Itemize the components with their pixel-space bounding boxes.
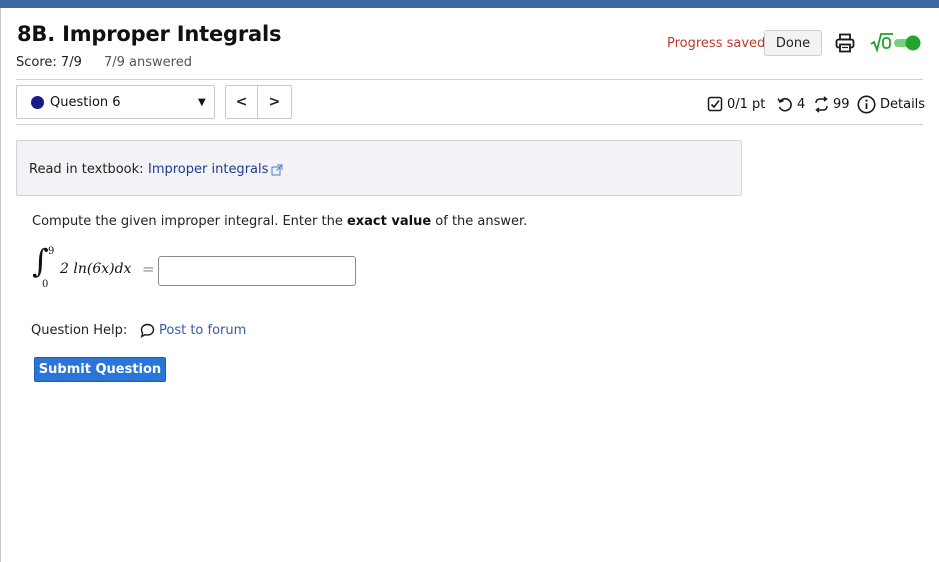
math-toggle-switch[interactable] [893, 35, 922, 51]
chevron-right-icon: > [268, 94, 281, 110]
left-border [0, 8, 1, 562]
progress-saved-status: Progress saved [667, 36, 766, 51]
question-select-label: Question 6 [50, 95, 121, 110]
attempts-count: 4 [797, 96, 806, 112]
next-question-button[interactable]: > [257, 85, 292, 119]
checkbox-icon [707, 96, 723, 112]
points-meta: 0/1 pt [707, 94, 765, 114]
retries-count: 99 [833, 96, 850, 112]
answered-count: 7/9 answered [104, 55, 192, 70]
details-toggle[interactable]: Details [857, 94, 925, 114]
details-label: Details [880, 96, 926, 112]
answer-input[interactable] [158, 256, 356, 286]
equals-sign: = [142, 260, 155, 278]
prompt-text: Compute the given improper integral. Ent… [32, 214, 347, 229]
prompt-bold: exact value [346, 214, 432, 229]
divider [16, 124, 923, 125]
submit-question-button[interactable]: Submit Question [34, 357, 166, 382]
retries-meta: 99 [813, 94, 850, 114]
question-status-dot [31, 96, 44, 109]
question-help-label: Question Help: [31, 323, 128, 338]
points-text: 0/1 pt [727, 96, 766, 112]
previous-question-button[interactable]: < [225, 85, 258, 119]
prompt-text-end: of the answer. [431, 214, 528, 229]
integral-upper-limit: 9 [48, 246, 55, 257]
attempts-meta: 4 [776, 94, 805, 114]
score-text: Score: 7/9 [16, 55, 82, 70]
page-title: 8B. Improper Integrals [17, 22, 282, 46]
retry-icon [813, 95, 830, 113]
integral-lower-limit: 0 [42, 279, 49, 290]
integral-expression: ∫ 9 0 2 ln(6x)dx = [32, 242, 157, 294]
sqrt-icon[interactable] [870, 31, 894, 54]
speech-bubble-icon[interactable] [140, 323, 155, 338]
top-accent-bar [0, 0, 939, 8]
caret-down-icon: ▼ [198, 97, 206, 108]
integral-sign: ∫ [32, 242, 49, 280]
external-link-icon [271, 161, 283, 176]
integrand: 2 ln(6x)dx [60, 261, 132, 277]
post-to-forum-link[interactable]: Post to forum [159, 323, 246, 338]
question-prompt: Compute the given improper integral. Ent… [32, 214, 527, 229]
chevron-left-icon: < [235, 94, 248, 110]
textbook-callout: Read in textbook: Improper integrals [16, 140, 742, 196]
done-button[interactable]: Done [764, 30, 822, 56]
question-select[interactable]: Question 6 ▼ [16, 85, 215, 119]
textbook-label: Read in textbook: [29, 162, 144, 177]
print-icon[interactable] [834, 32, 856, 54]
undo-icon [776, 96, 793, 113]
textbook-link[interactable]: Improper integrals [148, 162, 268, 177]
info-icon [857, 95, 876, 114]
divider [16, 79, 923, 80]
